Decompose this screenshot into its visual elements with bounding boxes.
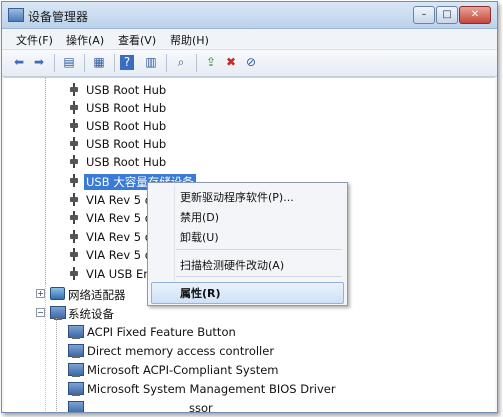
tree-item-label: VIA USB En: [86, 267, 151, 281]
disable-icon[interactable]: ⊘: [242, 54, 260, 71]
system-device-icon: [68, 363, 84, 377]
collapse-icon[interactable]: −: [36, 308, 45, 317]
menu-separator: [176, 276, 342, 277]
tree-row-acpi-compliant-system[interactable]: Microsoft ACPI-Compliant System: [4, 360, 495, 378]
help-icon[interactable]: ?: [120, 55, 134, 70]
usb-device-icon: [70, 155, 78, 168]
tree-row-usb-root-hub[interactable]: USB Root Hub: [4, 98, 495, 116]
context-menu: 更新驱动程序软件(P)... 禁用(D) 卸载(U) 扫描检测硬件改动(A) 属…: [147, 182, 348, 306]
tree-item-label: USB Root Hub: [86, 119, 167, 133]
menu-item-disable[interactable]: 禁用(D): [180, 209, 219, 225]
title-bar: 设备管理器 – □ ✕: [2, 2, 497, 29]
usb-device-icon: [70, 174, 78, 187]
menu-bar: 文件(F) 操作(A) 查看(V) 帮助(H): [2, 29, 497, 48]
tree-item-label: Direct memory access controller: [87, 344, 275, 358]
menu-item-uninstall[interactable]: 卸载(U): [180, 229, 219, 245]
tree-item-label: USB Root Hub: [86, 101, 167, 115]
tree-item-label: VIA Rev 5 o: [86, 248, 152, 262]
system-device-icon: [68, 325, 84, 339]
tree-category-label: 网络适配器: [68, 288, 126, 302]
tree-row-usb-root-hub[interactable]: USB Root Hub: [4, 116, 495, 134]
toolbar-separator: [166, 54, 167, 72]
back-arrow-icon[interactable]: ⬅: [10, 54, 28, 71]
toolbar: ⬅ ➡ ▤ ▦ ? ▥ ⌕ ⇪ ✖ ⊘: [2, 49, 497, 77]
forward-arrow-icon[interactable]: ➡: [30, 54, 48, 71]
usb-device-icon: [70, 267, 78, 280]
device-manager-window: 设备管理器 – □ ✕ 文件(F) 操作(A) 查看(V) 帮助(H) ⬅ ➡ …: [1, 1, 498, 413]
window-title: 设备管理器: [28, 10, 89, 24]
expand-icon[interactable]: +: [36, 289, 45, 298]
tree-item-label: Microsoft ACPI-Compliant System: [87, 363, 279, 377]
tree-item-label: USB Root Hub: [86, 155, 167, 169]
tree-row-dma-controller[interactable]: Direct memory access controller: [4, 341, 495, 359]
menu-help[interactable]: 帮助(H): [170, 32, 209, 48]
menu-item-scan-hardware[interactable]: 扫描检测硬件改动(A): [180, 257, 284, 273]
tree-row-acpi-fixed-feature-button[interactable]: ACPI Fixed Feature Button: [4, 322, 495, 340]
minimize-button[interactable]: –: [413, 6, 435, 24]
properties-icon[interactable]: ▦: [90, 54, 108, 71]
menu-separator: [176, 249, 342, 250]
tree-item-label: ssor: [189, 401, 213, 413]
usb-device-icon: [70, 230, 78, 243]
system-device-icon: [68, 401, 84, 412]
toolbar-separator: [114, 54, 115, 72]
tree-item-label: Microsoft System Management BIOS Driver: [87, 382, 336, 396]
scan-hardware-icon[interactable]: ⌕: [172, 54, 190, 71]
system-device-icon: [68, 382, 84, 396]
close-button[interactable]: ✕: [459, 6, 491, 24]
menu-file[interactable]: 文件(F): [16, 32, 53, 48]
usb-device-icon: [70, 101, 78, 114]
tree-item-label: USB Root Hub: [86, 83, 167, 97]
tree-row-smbios-driver[interactable]: Microsoft System Management BIOS Driver: [4, 379, 495, 397]
tree-row-processor[interactable]: ssor: [4, 398, 495, 413]
tree-item-label: USB Root Hub: [86, 137, 167, 151]
maximize-button[interactable]: □: [436, 6, 458, 24]
device-manager-icon: [8, 8, 24, 22]
menu-view[interactable]: 查看(V): [118, 32, 156, 48]
tree-item-label: VIA Rev 5 o: [86, 230, 152, 244]
usb-device-icon: [70, 137, 78, 150]
update-driver-icon[interactable]: ⇪: [202, 54, 220, 71]
tree-item-label: VIA Rev 5 o: [86, 193, 152, 207]
tree-row-usb-root-hub[interactable]: USB Root Hub: [4, 80, 495, 98]
show-hide-icon[interactable]: ▥: [142, 54, 160, 71]
tree-item-label: VIA Rev 5 o: [86, 211, 152, 225]
system-device-icon: [68, 344, 84, 358]
uninstall-icon[interactable]: ✖: [222, 54, 240, 71]
usb-device-icon: [70, 193, 78, 206]
menu-item-properties[interactable]: 属性(R): [180, 285, 221, 301]
tree-item-label: ACPI Fixed Feature Button: [87, 325, 236, 339]
toolbar-separator: [84, 54, 85, 72]
tree-row-usb-root-hub[interactable]: USB Root Hub: [4, 152, 495, 170]
toolbar-separator: [196, 54, 197, 72]
usb-device-icon: [70, 211, 78, 224]
console-tree-icon[interactable]: ▤: [60, 54, 78, 71]
tree-category-label: 系统设备: [68, 307, 114, 321]
menu-item-update-driver[interactable]: 更新驱动程序软件(P)...: [180, 189, 294, 205]
usb-device-icon: [70, 248, 78, 261]
usb-device-icon: [70, 83, 78, 96]
menu-action[interactable]: 操作(A): [66, 32, 104, 48]
network-adapter-icon: [50, 287, 65, 300]
toolbar-separator: [54, 54, 55, 72]
usb-device-icon: [70, 119, 78, 132]
tree-row-usb-root-hub[interactable]: USB Root Hub: [4, 134, 495, 152]
system-device-icon: [50, 306, 66, 320]
